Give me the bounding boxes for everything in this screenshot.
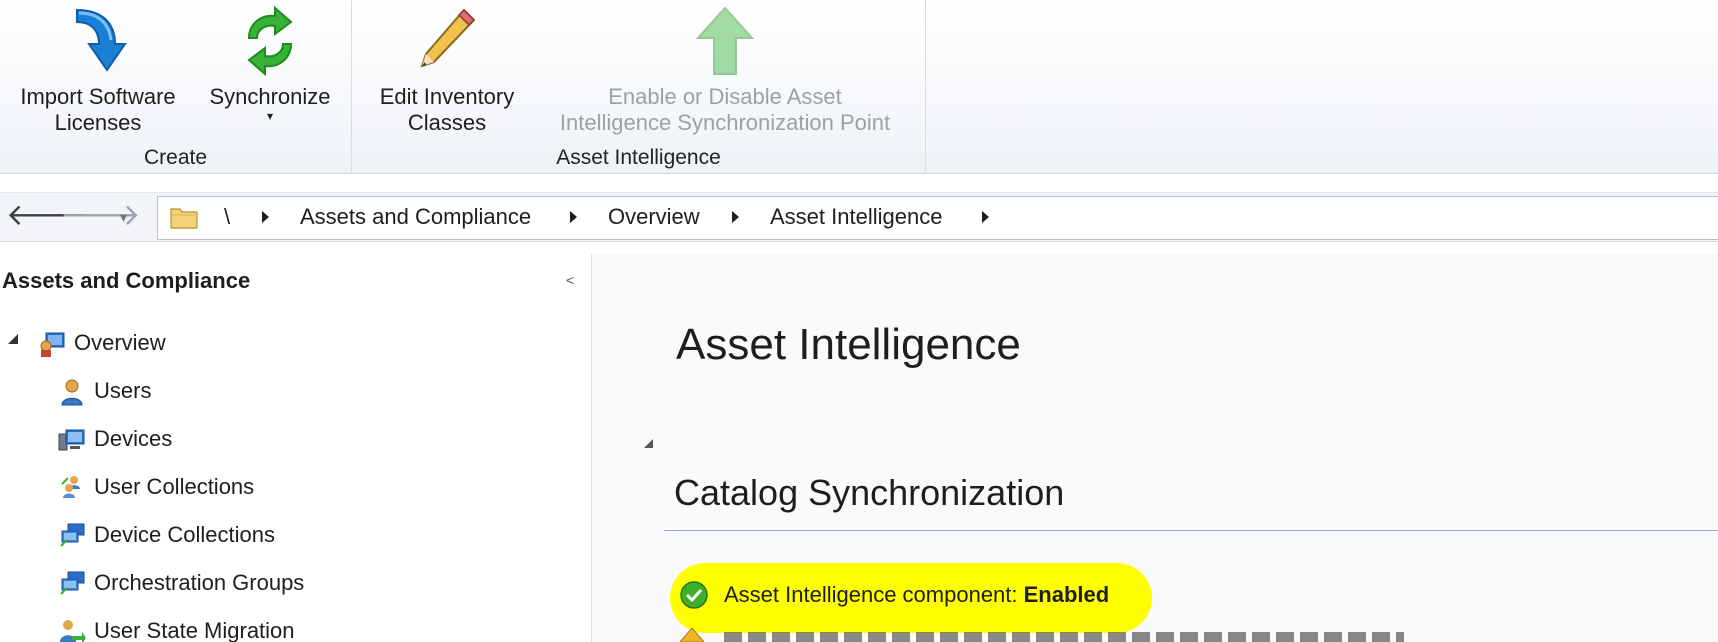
enable-disable-sync-point-label: Enable or Disable Asset Intelligence Syn… (559, 84, 891, 135)
navigation-bar: 🡐 🡒 ▾ \ Assets and Compliance Overview A… (0, 192, 1718, 242)
breadcrumb-separator-icon[interactable] (982, 211, 989, 223)
history-dropdown-button[interactable]: ▾ (120, 209, 127, 226)
ribbon: Import Software Licenses Synchronize ▾ C… (0, 0, 1718, 174)
breadcrumb-separator-icon[interactable] (570, 211, 577, 223)
tree-item-label: User State Migration (94, 618, 295, 642)
warning-icon (680, 628, 704, 642)
forward-arrow-icon: 🡒 (60, 199, 141, 232)
import-arrow-icon (76, 8, 127, 72)
synchronize-label: Synchronize (209, 84, 331, 109)
breadcrumb-asset-intelligence[interactable]: Asset Intelligence (770, 204, 942, 230)
tree-item-label: Device Collections (94, 522, 275, 547)
breadcrumb-separator-icon[interactable] (732, 211, 739, 223)
import-software-licenses-button[interactable]: Import Software Licenses (8, 0, 188, 136)
devices-icon (58, 429, 85, 451)
tree-item-label: User Collections (94, 474, 255, 499)
breadcrumb-overview[interactable]: Overview (608, 204, 700, 230)
tree-item-label: Orchestration Groups (94, 570, 305, 595)
user-state-migration-icon (60, 620, 86, 642)
forward-button[interactable]: 🡒 (60, 201, 140, 235)
section-divider (664, 530, 1718, 531)
component-status-text: Asset Intelligence component: Enabled (724, 582, 1109, 608)
address-bar[interactable]: \ Assets and Compliance Overview Asset I… (157, 196, 1718, 240)
synchronize-icon (247, 5, 293, 77)
ribbon-group-label-create: Create (143, 146, 208, 169)
tree-item-label: Overview (74, 330, 166, 355)
page-title: Asset Intelligence (676, 320, 1021, 369)
folder-icon (170, 208, 198, 229)
ribbon-group-label-asset-intelligence: Asset Intelligence (556, 146, 721, 169)
collapse-pane-button[interactable]: < (566, 272, 574, 288)
edit-inventory-classes-button[interactable]: Edit Inventory Classes (372, 0, 522, 136)
user-icon (61, 379, 83, 406)
breadcrumb-separator-icon[interactable] (262, 211, 269, 223)
import-software-licenses-label: Import Software Licenses (20, 84, 176, 135)
chevron-down-icon: ▾ (120, 209, 128, 225)
synchronize-dropdown-icon[interactable]: ▾ (200, 110, 340, 122)
tree-expander-icon[interactable] (8, 334, 18, 344)
enable-disable-sync-point-button[interactable]: Enable or Disable Asset Intelligence Syn… (538, 0, 912, 136)
navigation-pane-title: Assets and Compliance (2, 268, 251, 293)
synchronize-button[interactable]: Synchronize ▾ (200, 0, 340, 122)
section-title: Catalog Synchronization (674, 472, 1065, 513)
up-arrow-icon (695, 6, 755, 75)
overview-icon (40, 332, 65, 357)
cut-off-status-row (724, 632, 1404, 642)
component-status-label: Asset Intelligence component: (724, 582, 1024, 607)
tree-item-label: Users (94, 378, 152, 403)
edit-inventory-classes-label: Edit Inventory Classes (379, 84, 515, 135)
breadcrumb-root[interactable]: \ (224, 204, 230, 230)
device-collections-icon (60, 523, 85, 547)
orchestration-groups-icon (60, 571, 85, 595)
component-status-value: Enabled (1023, 582, 1110, 607)
chevron-left-icon: < (566, 272, 575, 288)
ribbon-group-asset-intelligence: Edit Inventory Classes Enable or Disable… (352, 0, 926, 174)
tree-item-label: Devices (94, 426, 173, 451)
breadcrumb-assets-and-compliance[interactable]: Assets and Compliance (300, 204, 531, 230)
section-collapse-icon[interactable] (644, 439, 653, 448)
green-check-icon (680, 581, 708, 609)
ribbon-group-create: Import Software Licenses Synchronize ▾ C… (0, 0, 352, 174)
user-collections-icon (61, 476, 80, 498)
back-button[interactable]: 🡐 (6, 201, 86, 235)
pencil-icon (420, 8, 476, 68)
